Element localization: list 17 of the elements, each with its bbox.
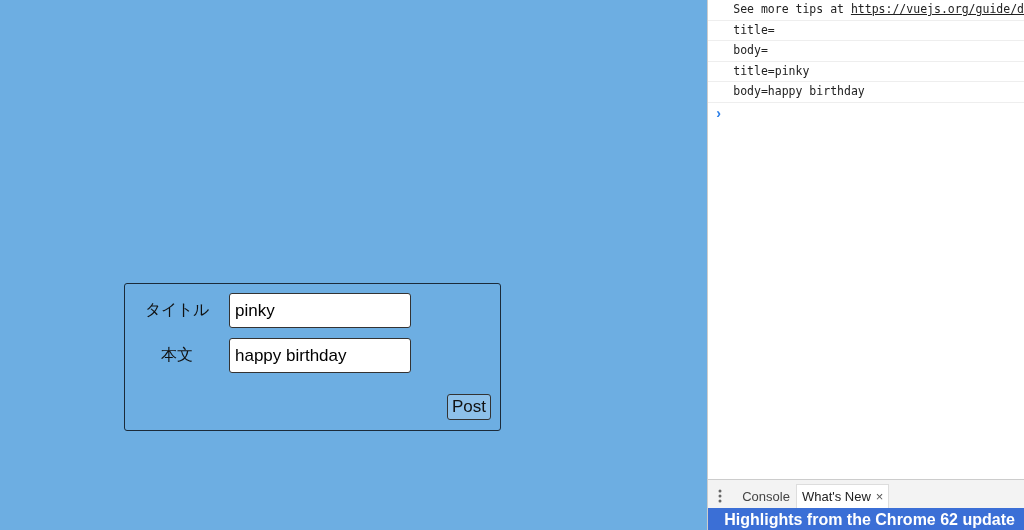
console-message: title=pinky [708, 61, 1024, 82]
link[interactable]: https://vuejs.org/guide/d [850, 2, 1024, 16]
drawer-tab[interactable]: Console [736, 484, 796, 508]
post-button[interactable]: Post [446, 394, 491, 420]
more-icon[interactable] [718, 489, 723, 503]
console-message: See more tips at https://vuejs.org/guide/d [708, 0, 1024, 21]
drawer-tab[interactable]: What's New × [795, 484, 890, 508]
close-icon[interactable]: × [875, 489, 884, 504]
input-field[interactable]: happy birthday [229, 338, 411, 373]
console-message: body=happy birthday [708, 82, 1024, 103]
console-prompt[interactable]: › [716, 104, 721, 121]
input-field[interactable]: pinky [229, 293, 411, 328]
field-label: 本文 [160, 345, 194, 365]
whats-new-banner: Highlights from the Chrome 62 update [708, 508, 1024, 530]
field-label: タイトル [144, 300, 210, 320]
console-message: title= [708, 20, 1024, 41]
console-message: body= [708, 41, 1024, 62]
